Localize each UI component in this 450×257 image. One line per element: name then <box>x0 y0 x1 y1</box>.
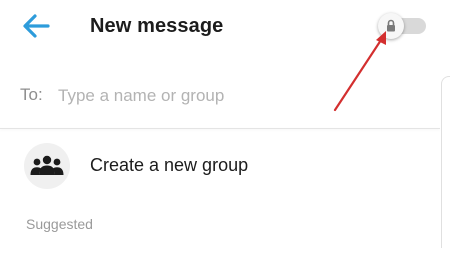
divider <box>0 128 440 129</box>
group-icon <box>24 143 70 189</box>
suggested-section-heading: Suggested <box>26 216 93 232</box>
recipient-input[interactable] <box>58 80 418 112</box>
page-title: New message <box>90 15 224 37</box>
arrow-left-icon <box>23 14 50 38</box>
toggle-knob <box>378 13 404 39</box>
back-button[interactable] <box>20 12 52 40</box>
to-label: To: <box>20 85 43 104</box>
new-message-screen: New message To: Type a name or group Cre… <box>0 0 450 257</box>
recipient-row: To: <box>0 76 440 116</box>
lock-icon <box>387 19 395 32</box>
header: New message <box>0 0 450 56</box>
create-group-button[interactable]: Create a new group <box>0 140 440 192</box>
panel-edge <box>441 76 450 248</box>
secret-conversation-toggle[interactable] <box>376 13 428 39</box>
create-group-label: Create a new group <box>90 155 249 175</box>
